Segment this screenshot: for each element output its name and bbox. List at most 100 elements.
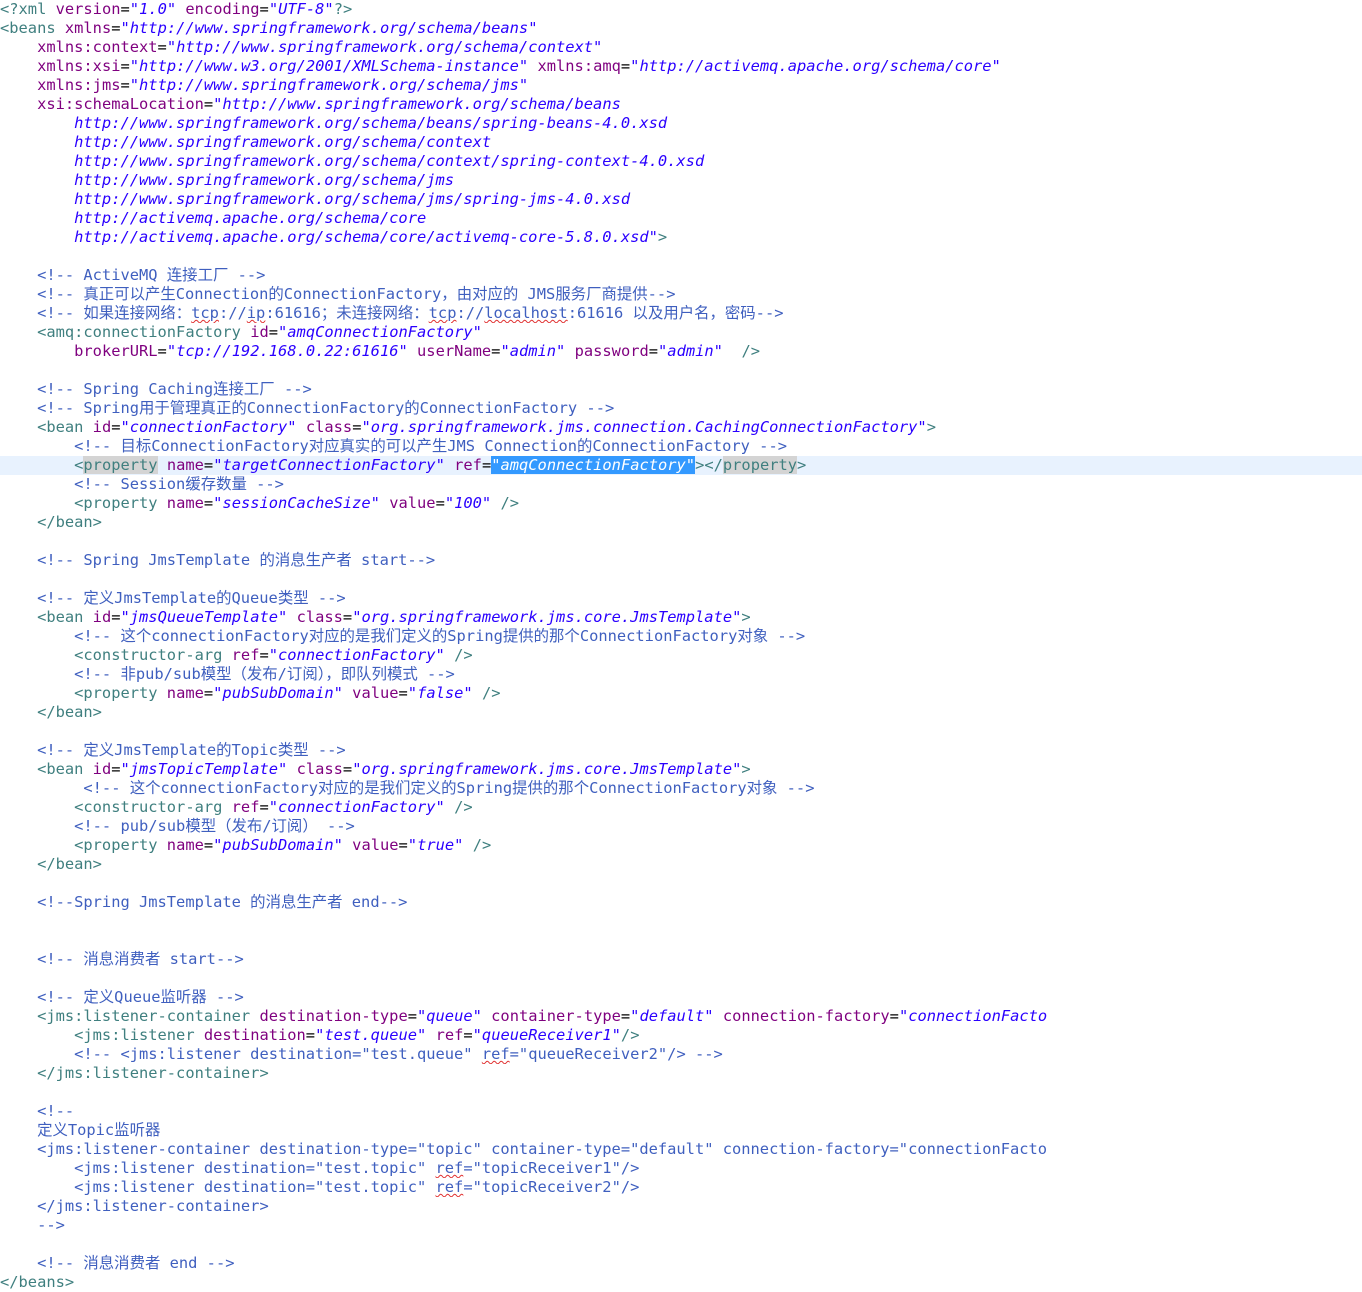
code-line[interactable]: <!-- ActiveMQ 连接工厂 --> (0, 266, 1128, 285)
code-token: = (157, 342, 167, 360)
code-token: ref (435, 1159, 464, 1177)
code-line[interactable]: <!--Spring JmsTemplate 的消息生产者 end--> (0, 893, 1128, 912)
code-line[interactable] (0, 1083, 1128, 1102)
code-token: <!-- pub/sub模型（发布/订阅） --> (0, 817, 355, 835)
code-token: "test.queue" (315, 1026, 427, 1044)
code-line[interactable]: http://www.springframework.org/schema/jm… (0, 190, 1128, 209)
code-token: ref (454, 456, 482, 474)
code-line[interactable]: --> (0, 1216, 1128, 1235)
code-line[interactable]: <!-- Spring用于管理真正的ConnectionFactory的Conn… (0, 399, 1128, 418)
code-line[interactable]: <?xml version="1.0" encoding="UTF-8"?> (0, 0, 1128, 19)
code-line[interactable]: </beans> (0, 1273, 1128, 1292)
code-line[interactable]: xsi:schemaLocation="http://www.springfra… (0, 95, 1128, 114)
code-line[interactable]: <!-- 定义JmsTemplate的Queue类型 --> (0, 589, 1128, 608)
code-token: > (741, 760, 751, 778)
code-token: ="topicReceiver2"/> (463, 1178, 640, 1196)
code-line[interactable]: <!-- 消息消费者 start--> (0, 950, 1128, 969)
code-token: = (120, 76, 130, 94)
code-line[interactable]: <!-- 这个connectionFactory对应的是我们定义的Spring提… (0, 627, 1128, 646)
code-line[interactable]: xmlns:xsi="http://www.w3.org/2001/XMLSch… (0, 57, 1128, 76)
code-token: </bean> (0, 513, 102, 531)
code-line[interactable]: <jms:listener-container destination-type… (0, 1007, 1128, 1026)
code-line[interactable]: <!-- 这个connectionFactory对应的是我们定义的Spring提… (0, 779, 1128, 798)
code-line[interactable]: <property name="pubSubDomain" value="tru… (0, 836, 1128, 855)
code-line[interactable]: </jms:listener-container> (0, 1197, 1128, 1216)
code-line[interactable]: <constructor-arg ref="connectionFactory"… (0, 646, 1128, 665)
code-token: = (120, 57, 130, 75)
code-line[interactable]: <property name="pubSubDomain" value="fal… (0, 684, 1128, 703)
code-line[interactable] (0, 532, 1128, 551)
code-line[interactable]: <jms:listener destination="test.topic" r… (0, 1178, 1128, 1197)
code-line[interactable]: <bean id="connectionFactory" class="org.… (0, 418, 1128, 437)
code-token: = (481, 456, 492, 474)
code-line[interactable]: <!-- 目标ConnectionFactory对应真实的可以产生JMS Con… (0, 437, 1128, 456)
code-line[interactable] (0, 570, 1128, 589)
code-line[interactable]: <!-- (0, 1102, 1128, 1121)
code-line[interactable]: <property name="sessionCacheSize" value=… (0, 494, 1128, 513)
code-token: "pubSubDomain" (213, 836, 343, 854)
code-line[interactable]: <jms:listener destination="test.topic" r… (0, 1159, 1128, 1178)
code-line[interactable] (0, 969, 1128, 988)
code-line[interactable]: <!-- 非pub/sub模型（发布/订阅），即队列模式 --> (0, 665, 1128, 684)
code-line[interactable]: <beans xmlns="http://www.springframework… (0, 19, 1128, 38)
code-line[interactable]: </bean> (0, 513, 1128, 532)
code-line[interactable]: <amq:connectionFactory id="amqConnection… (0, 323, 1128, 342)
code-line[interactable]: http://www.springframework.org/schema/co… (0, 133, 1128, 152)
code-line[interactable]: http://www.springframework.org/schema/be… (0, 114, 1128, 133)
code-line[interactable]: <!-- Spring JmsTemplate 的消息生产者 start--> (0, 551, 1128, 570)
code-line[interactable]: <!-- pub/sub模型（发布/订阅） --> (0, 817, 1128, 836)
code-line[interactable]: <!-- 如果连接网络：tcp://ip:61616；未连接网络：tcp://l… (0, 304, 1128, 323)
code-line[interactable]: http://www.springframework.org/schema/jm… (0, 171, 1128, 190)
code-line[interactable]: xmlns:jms="http://www.springframework.or… (0, 76, 1128, 95)
code-token: "amqConnectionFactory" (278, 323, 482, 341)
code-token: <jms:listener-container destination-type… (0, 1140, 1048, 1158)
code-line[interactable]: </jms:listener-container> (0, 1064, 1128, 1083)
code-line[interactable]: </bean> (0, 703, 1128, 722)
code-token: http://activemq.apache.org/schema/core (0, 209, 427, 227)
code-line[interactable]: <jms:listener-container destination-type… (0, 1140, 1128, 1159)
code-line[interactable] (0, 912, 1128, 931)
code-token: "org.springframework.jms.core.JmsTemplat… (352, 608, 742, 626)
code-line[interactable]: <bean id="jmsTopicTemplate" class="org.s… (0, 760, 1128, 779)
code-line[interactable]: xmlns:context="http://www.springframewor… (0, 38, 1128, 57)
code-line[interactable]: </bean> (0, 855, 1128, 874)
code-line[interactable]: http://activemq.apache.org/schema/core/a… (0, 228, 1128, 247)
code-token: "jmsQueueTemplate" (120, 608, 288, 626)
code-line[interactable]: <property name="targetConnectionFactory"… (0, 456, 1362, 475)
code-line[interactable]: <!-- <jms:listener destination="test.que… (0, 1045, 1128, 1064)
code-token: "jmsTopicTemplate" (120, 760, 288, 778)
code-line[interactable] (0, 874, 1128, 893)
code-editor[interactable]: <?xml version="1.0" encoding="UTF-8"?> <b… (0, 0, 1362, 1291)
code-line[interactable]: <!-- Session缓存数量 --> (0, 475, 1128, 494)
code-line[interactable]: <bean id="jmsQueueTemplate" class="org.s… (0, 608, 1128, 627)
code-token: <!-- 非pub/sub模型（发布/订阅），即队列模式 --> (0, 665, 455, 683)
code-token: = (111, 19, 121, 37)
code-line[interactable]: brokerURL="tcp://192.168.0.22:61616" use… (0, 342, 1128, 361)
code-line[interactable]: <constructor-arg ref="connectionFactory"… (0, 798, 1128, 817)
code-token: "true" (407, 836, 464, 854)
code-token: = (305, 1026, 316, 1044)
code-line[interactable]: http://www.springframework.org/schema/co… (0, 152, 1128, 171)
code-token: ref (231, 646, 260, 664)
code-line[interactable]: <!-- 真正可以产生Connection的ConnectionFactory，… (0, 285, 1128, 304)
code-line[interactable] (0, 361, 1128, 380)
code-line[interactable] (0, 722, 1128, 741)
code-token: /> (454, 646, 473, 664)
code-line[interactable]: <!-- 定义JmsTemplate的Topic类型 --> (0, 741, 1128, 760)
code-line[interactable]: 定义Topic监听器 (0, 1121, 1128, 1140)
code-line[interactable] (0, 247, 1128, 266)
code-token: "connectionFacto (898, 1007, 1048, 1025)
code-line[interactable]: <!-- 定义Queue监听器 --> (0, 988, 1128, 1007)
code-token: "http://www.springframework.org/schema/c… (166, 38, 603, 56)
code-line[interactable]: <!-- Spring Caching连接工厂 --> (0, 380, 1128, 399)
code-token: :61616；未连接网络： (265, 304, 429, 322)
code-token: "queueReceiver1" (472, 1026, 621, 1044)
code-line[interactable] (0, 1235, 1128, 1254)
code-line[interactable]: http://activemq.apache.org/schema/core (0, 209, 1128, 228)
code-line[interactable]: <jms:listener destination="test.queue" r… (0, 1026, 1128, 1045)
code-token: <property (0, 836, 167, 854)
code-line[interactable]: <!-- 消息消费者 end --> (0, 1254, 1128, 1273)
code-line[interactable] (0, 931, 1128, 950)
